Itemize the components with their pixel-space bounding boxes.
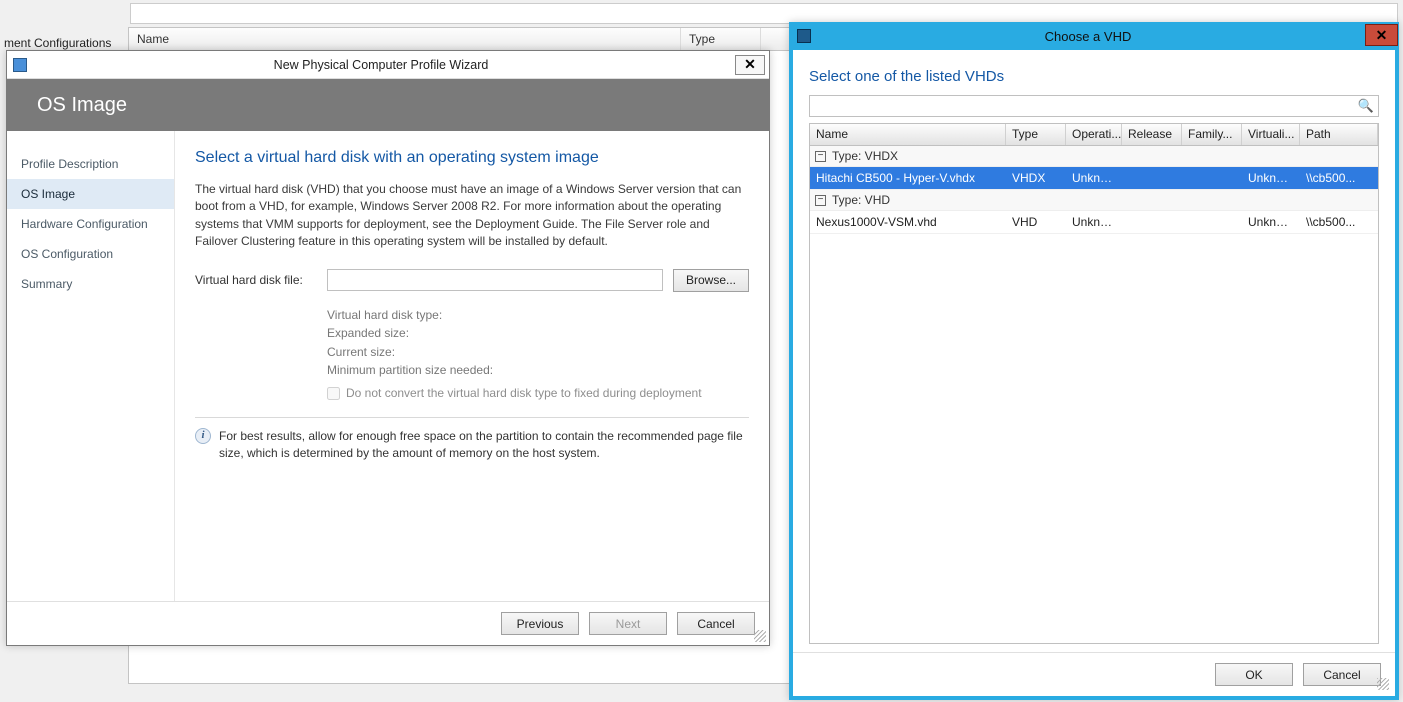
- group-vhdx[interactable]: − Type: VHDX: [810, 146, 1378, 167]
- cell-virt: Unknown: [1242, 171, 1300, 185]
- cell-os: Unknown: [1066, 171, 1122, 185]
- wizard-close-button[interactable]: ✕: [735, 55, 765, 75]
- nav-profile-description[interactable]: Profile Description: [7, 149, 174, 179]
- col-type[interactable]: Type: [1006, 124, 1066, 145]
- choose-vhd-dialog: Choose a VHD ✕ Select one of the listed …: [789, 22, 1399, 700]
- cell-type: VHDX: [1006, 171, 1066, 185]
- collapse-icon[interactable]: −: [815, 195, 826, 206]
- resize-grip-icon[interactable]: [754, 630, 766, 642]
- cell-os: Unknown: [1066, 215, 1122, 229]
- info-message: i For best results, allow for enough fre…: [195, 428, 749, 463]
- col-name[interactable]: Name: [810, 124, 1006, 145]
- bg-search-input[interactable]: [130, 3, 1398, 24]
- browse-button[interactable]: Browse...: [673, 269, 749, 292]
- cell-name: Nexus1000V-VSM.vhd: [810, 215, 1006, 229]
- collapse-icon[interactable]: −: [815, 151, 826, 162]
- vhd-details: Virtual hard disk type: Expanded size: C…: [327, 306, 749, 403]
- wizard-footer: Previous Next Cancel: [7, 601, 769, 645]
- chooser-app-icon: [797, 29, 811, 43]
- next-button[interactable]: Next: [589, 612, 667, 635]
- detail-min-partition: Minimum partition size needed:: [327, 361, 749, 380]
- ok-button[interactable]: OK: [1215, 663, 1293, 686]
- do-not-convert-label: Do not convert the virtual hard disk typ…: [346, 384, 702, 403]
- chooser-cancel-button[interactable]: Cancel: [1303, 663, 1381, 686]
- chooser-search[interactable]: 🔍: [809, 95, 1379, 117]
- wizard-app-icon: [13, 58, 27, 72]
- info-text: For best results, allow for enough free …: [219, 428, 749, 463]
- cell-name: Hitachi CB500 - Hyper-V.vhdx: [810, 171, 1006, 185]
- chooser-grid-header: Name Type Operati... Release Family... V…: [810, 124, 1378, 146]
- nav-os-image[interactable]: OS Image: [7, 179, 174, 209]
- cell-path: \\cb500...: [1300, 215, 1378, 229]
- bg-col-type[interactable]: Type: [681, 28, 761, 50]
- chooser-titlebar[interactable]: Choose a VHD ✕: [789, 22, 1399, 50]
- group-vhd[interactable]: − Type: VHD: [810, 190, 1378, 211]
- vhd-file-label: Virtual hard disk file:: [195, 273, 317, 287]
- detail-expanded-size: Expanded size:: [327, 324, 749, 343]
- wizard-nav: Profile Description OS Image Hardware Co…: [7, 131, 175, 601]
- col-family[interactable]: Family...: [1182, 124, 1242, 145]
- chooser-title: Choose a VHD: [811, 29, 1365, 44]
- col-path[interactable]: Path: [1300, 124, 1378, 145]
- info-icon: i: [195, 428, 211, 444]
- detail-vhd-type: Virtual hard disk type:: [327, 306, 749, 325]
- previous-button[interactable]: Previous: [501, 612, 579, 635]
- cell-type: VHD: [1006, 215, 1066, 229]
- wizard-banner: OS Image: [7, 79, 769, 131]
- col-release[interactable]: Release: [1122, 124, 1182, 145]
- do-not-convert-checkbox-row[interactable]: Do not convert the virtual hard disk typ…: [327, 384, 749, 403]
- profile-wizard-dialog: New Physical Computer Profile Wizard ✕ O…: [6, 50, 770, 646]
- do-not-convert-checkbox[interactable]: [327, 387, 340, 400]
- resize-grip-icon[interactable]: [1377, 678, 1389, 690]
- nav-os-configuration[interactable]: OS Configuration: [7, 239, 174, 269]
- divider: [195, 417, 749, 418]
- chooser-search-input[interactable]: [814, 99, 1358, 113]
- nav-hardware-configuration[interactable]: Hardware Configuration: [7, 209, 174, 239]
- detail-current-size: Current size:: [327, 343, 749, 362]
- content-heading: Select a virtual hard disk with an opera…: [195, 149, 749, 167]
- bg-left-nav-label: ment Configurations: [0, 36, 111, 50]
- table-row[interactable]: Nexus1000V-VSM.vhd VHD Unknown Unknown \…: [810, 211, 1378, 234]
- chooser-footer: OK Cancel: [793, 652, 1395, 696]
- cell-path: \\cb500...: [1300, 171, 1378, 185]
- chooser-grid: Name Type Operati... Release Family... V…: [809, 123, 1379, 644]
- chooser-close-button[interactable]: ✕: [1365, 24, 1398, 46]
- group-vhd-label: Type: VHD: [832, 193, 890, 207]
- bg-col-name[interactable]: Name: [129, 28, 681, 50]
- cell-virt: Unknown: [1242, 215, 1300, 229]
- wizard-content: Select a virtual hard disk with an opera…: [175, 131, 769, 601]
- nav-summary[interactable]: Summary: [7, 269, 174, 299]
- col-virtualization[interactable]: Virtuali...: [1242, 124, 1300, 145]
- vhd-file-input[interactable]: [327, 269, 663, 291]
- wizard-banner-text: OS Image: [37, 94, 127, 117]
- search-icon[interactable]: 🔍: [1358, 98, 1374, 114]
- table-row[interactable]: Hitachi CB500 - Hyper-V.vhdx VHDX Unknow…: [810, 167, 1378, 190]
- chooser-heading: Select one of the listed VHDs: [809, 68, 1379, 85]
- col-os[interactable]: Operati...: [1066, 124, 1122, 145]
- group-vhdx-label: Type: VHDX: [832, 149, 898, 163]
- wizard-titlebar[interactable]: New Physical Computer Profile Wizard ✕: [7, 51, 769, 79]
- wizard-cancel-button[interactable]: Cancel: [677, 612, 755, 635]
- content-paragraph: The virtual hard disk (VHD) that you cho…: [195, 181, 749, 251]
- wizard-title: New Physical Computer Profile Wizard: [27, 58, 735, 72]
